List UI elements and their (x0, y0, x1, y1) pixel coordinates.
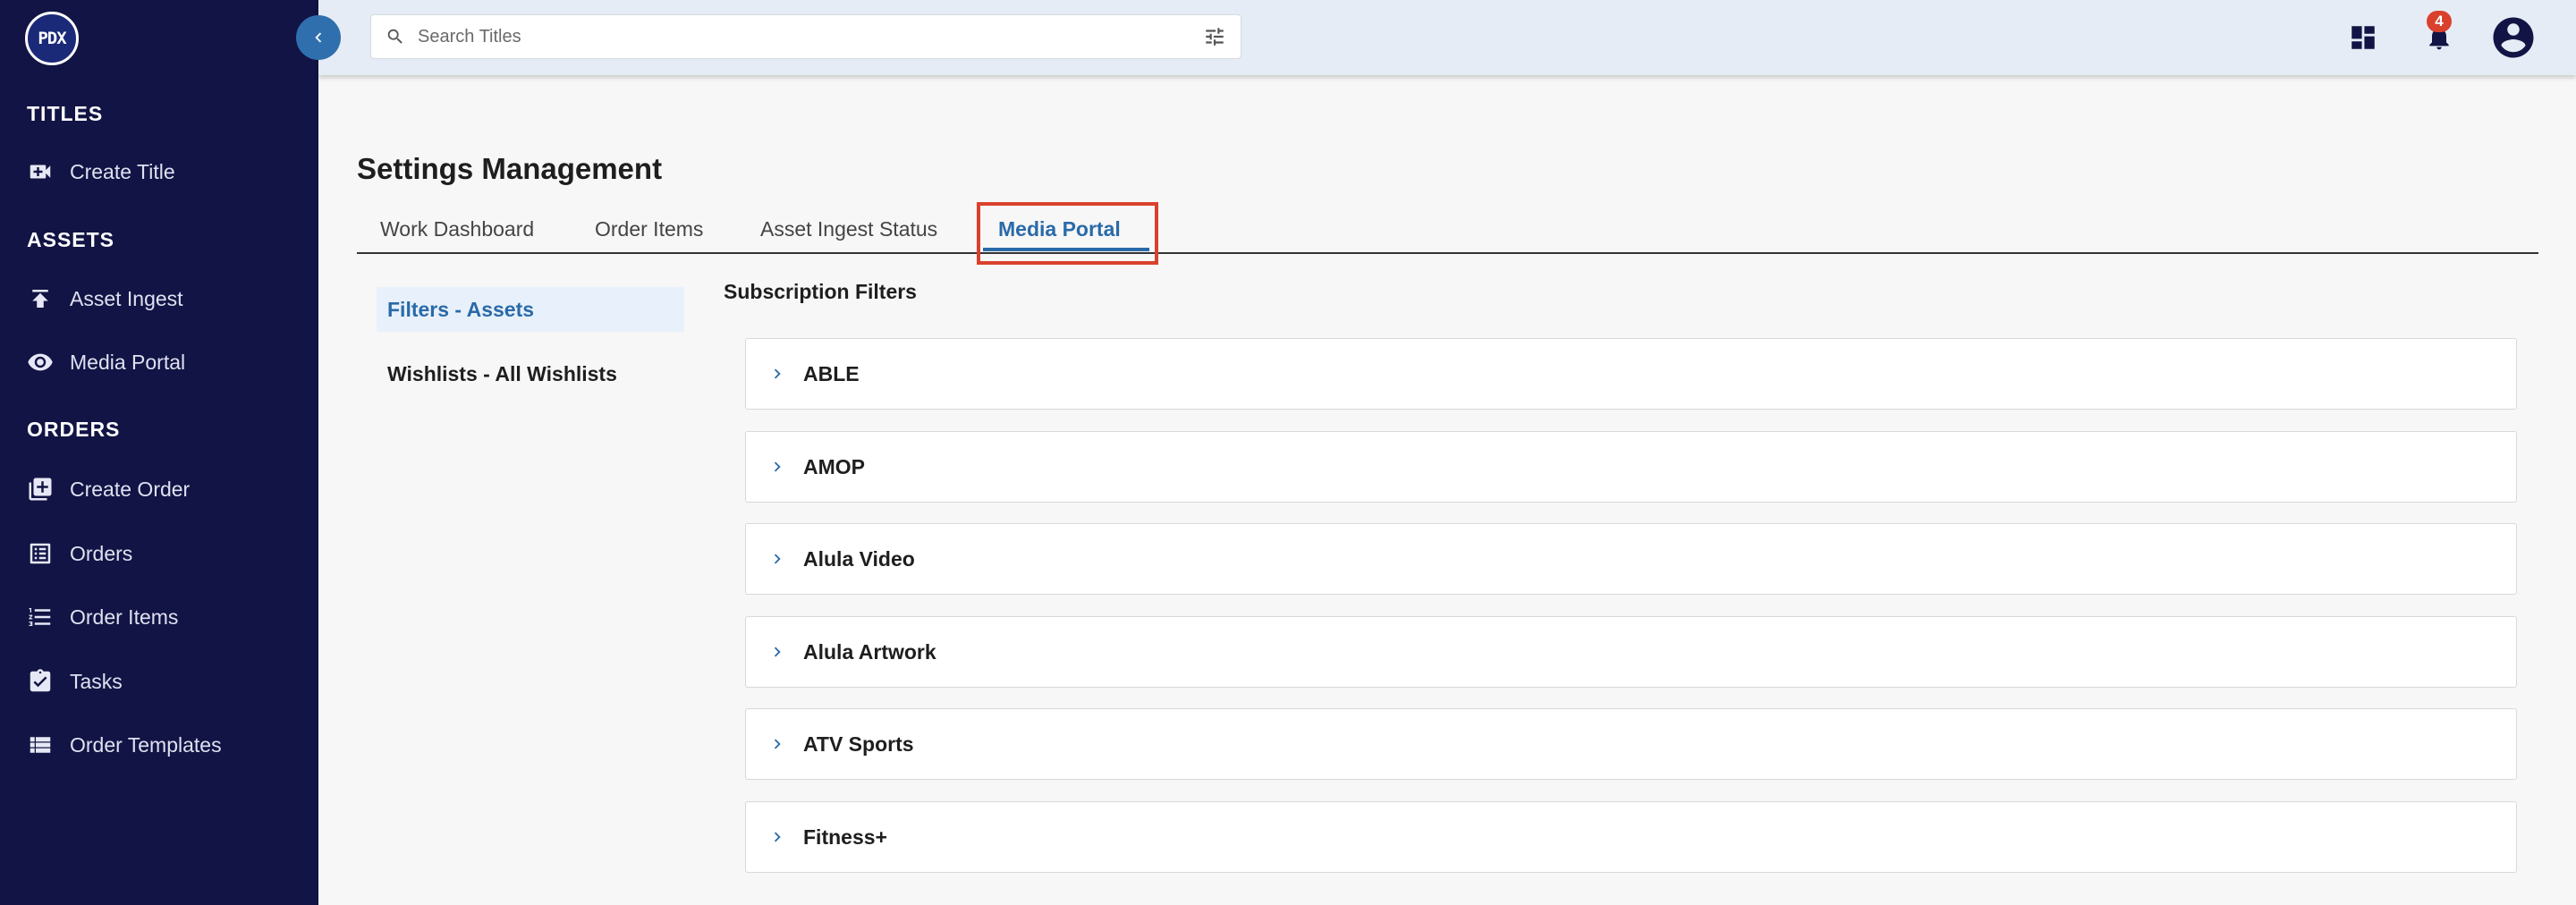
dashboard-icon[interactable] (2343, 18, 2383, 57)
page-title: Settings Management (357, 152, 663, 185)
filter-accordion-alula-video[interactable]: Alula Video (745, 523, 2517, 595)
sidebar-item-order-templates[interactable]: Order Templates (0, 718, 318, 772)
accordion-label: Alula Video (803, 546, 915, 571)
active-tab-indicator (983, 248, 1149, 251)
chevron-right-icon (764, 360, 791, 387)
subnav-filters-assets[interactable]: Filters - Assets (377, 287, 684, 332)
section-header-titles: TITLES (27, 102, 104, 125)
chevron-right-icon (764, 453, 791, 480)
sidebar-item-label: Order Templates (70, 732, 222, 757)
video-plus-icon (25, 156, 55, 187)
tune-icon[interactable] (1199, 21, 1230, 52)
chevron-left-icon (315, 32, 322, 43)
filter-accordion-amop[interactable]: AMOP (745, 431, 2517, 503)
filter-accordion-atv-sports[interactable]: ATV Sports (745, 708, 2517, 780)
tabs-bar: Work Dashboard Order Items Asset Ingest … (357, 204, 2538, 254)
chevron-right-icon (764, 824, 791, 850)
section-label: Subscription Filters (724, 280, 917, 303)
sidebar-item-media-portal[interactable]: Media Portal (0, 335, 318, 389)
format-list-icon (25, 602, 55, 632)
sidebar-item-label: Create Order (70, 477, 191, 501)
sidebar-item-label: Tasks (70, 669, 123, 693)
tab-media-portal[interactable]: Media Portal (998, 204, 1121, 254)
accordion-label: AMOP (803, 454, 865, 478)
search-input[interactable] (418, 19, 1199, 55)
section-header-orders: ORDERS (27, 418, 121, 441)
accordion-label: ATV Sports (803, 732, 914, 756)
add-box-icon (25, 474, 55, 504)
clipboard-check-icon (25, 666, 55, 697)
sidebar: PDX TITLES Create Title ASSETS Asset Ing… (0, 0, 318, 905)
subnav-wishlists[interactable]: Wishlists - All Wishlists (377, 351, 684, 396)
sidebar-item-label: Media Portal (70, 350, 186, 374)
accordion-label: ABLE (803, 361, 860, 385)
sidebar-item-asset-ingest[interactable]: Asset Ingest (0, 272, 318, 326)
accordion-label: Alula Artwork (803, 639, 936, 664)
sidebar-item-orders[interactable]: Orders (0, 527, 318, 580)
collapse-sidebar-button[interactable] (296, 15, 341, 60)
list-alt-icon (25, 538, 55, 569)
upload-icon (25, 283, 55, 314)
chevron-right-icon (764, 639, 791, 665)
chevron-right-icon (764, 546, 791, 572)
pdx-logo[interactable]: PDX (25, 12, 79, 65)
accordion-label: Fitness+ (803, 825, 887, 849)
topbar (318, 0, 2576, 75)
notification-badge: 4 (2427, 11, 2452, 32)
sidebar-item-label: Create Title (70, 159, 175, 183)
search-icon (382, 23, 409, 50)
chevron-right-icon (764, 731, 791, 757)
tab-asset-ingest-status[interactable]: Asset Ingest Status (760, 204, 937, 254)
sidebar-item-create-title[interactable]: Create Title (0, 145, 318, 199)
sidebar-item-label: Orders (70, 541, 133, 565)
sidebar-item-order-items[interactable]: Order Items (0, 590, 318, 644)
filter-accordion-alula-artwork[interactable]: Alula Artwork (745, 616, 2517, 688)
filter-accordion-able[interactable]: ABLE (745, 338, 2517, 410)
account-avatar-icon[interactable] (2488, 13, 2538, 63)
tab-order-items[interactable]: Order Items (595, 204, 703, 254)
sidebar-item-label: Order Items (70, 605, 179, 629)
sidebar-item-tasks[interactable]: Tasks (0, 655, 318, 708)
view-list-icon (25, 730, 55, 760)
tab-work-dashboard[interactable]: Work Dashboard (380, 204, 534, 254)
filter-accordion-fitness-plus[interactable]: Fitness+ (745, 801, 2517, 873)
eye-icon (25, 347, 55, 377)
sidebar-item-create-order[interactable]: Create Order (0, 462, 318, 516)
sidebar-item-label: Asset Ingest (70, 286, 183, 310)
search-bar (370, 14, 1241, 59)
section-header-assets: ASSETS (27, 228, 115, 251)
